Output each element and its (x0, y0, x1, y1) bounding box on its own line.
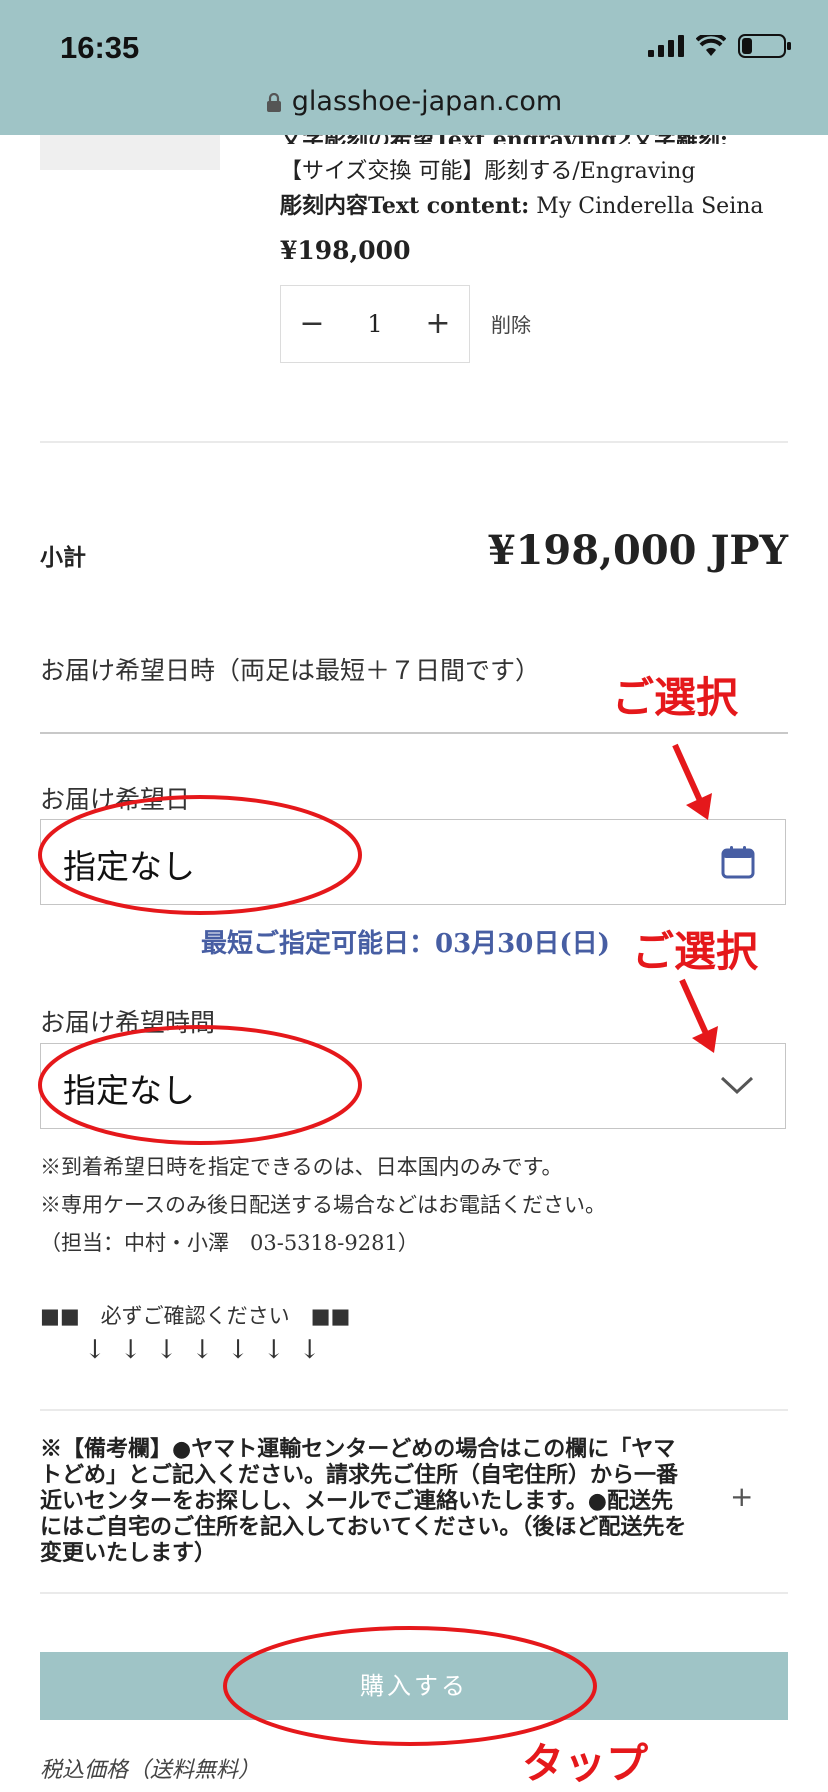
wifi-icon (696, 35, 726, 56)
subtotal-label: 小計 (40, 544, 86, 571)
quantity-stepper: − 1 + (280, 285, 470, 363)
annotation-tap-text: タップ (522, 1739, 649, 1788)
contact-note: （担当：中村・小澤 03-5318-9281） (40, 1231, 419, 1255)
subtotal-value: ¥198,000 JPY (487, 527, 788, 574)
divider (40, 441, 788, 443)
engraving-label: 彫刻内容Text content: (280, 193, 530, 219)
engraving-value: My Cinderella Seina (536, 194, 764, 219)
earliest-date-note: 最短ご指定可能日：03月30日(日) (201, 929, 610, 959)
status-bar: 16:35 glasshoe-japan.com (0, 0, 828, 135)
annotation-arrow (672, 743, 712, 820)
url-text: glasshoe-japan.com (291, 86, 563, 117)
status-icons (648, 34, 792, 58)
calendar-icon[interactable] (721, 845, 755, 879)
product-variant: 【サイズ交換 可能】彫刻する/Engraving (280, 159, 696, 184)
remarks-accordion-header[interactable]: ※【備考欄】●ヤマト運輸センターどめの場合はこの欄に「ヤマトどめ」とご記入くださ… (40, 1436, 690, 1566)
address-bar[interactable]: glasshoe-japan.com (0, 86, 828, 117)
down-arrows: ↓↓↓↓↓↓↓ (84, 1335, 335, 1365)
delivery-time-select[interactable]: 指定なし (40, 1043, 786, 1129)
lock-icon (266, 92, 281, 112)
quantity-increase-button[interactable]: + (407, 286, 469, 362)
divider (40, 1409, 788, 1411)
battery-icon (738, 34, 791, 58)
annotation-select-text: ご選択 (612, 673, 739, 722)
delivery-time-label: お届け希望時間 (40, 1008, 216, 1037)
status-time: 16:35 (60, 30, 140, 65)
delivery-heading: お届け希望日時（両足は最短＋７日間です） (40, 656, 541, 685)
delivery-date-label: お届け希望日 (40, 785, 191, 814)
buy-button[interactable]: 購入する (40, 1652, 788, 1720)
tax-note: 税込価格（送料無料） (40, 1758, 261, 1783)
note-line: ※到着希望日時を指定できるのは、日本国内のみです。 (40, 1155, 563, 1179)
chevron-down-icon (720, 1076, 754, 1095)
remove-link[interactable]: 削除 (491, 309, 531, 338)
confirm-heading: ■■ 必ずご確認ください ■■ (40, 1304, 351, 1328)
delivery-date-field[interactable]: 指定なし (40, 819, 786, 905)
divider (40, 732, 788, 734)
quantity-value[interactable]: 1 (343, 286, 407, 362)
signal-icon (648, 35, 684, 57)
delivery-time-value: 指定なし (63, 1071, 195, 1110)
quantity-decrease-button[interactable]: − (281, 286, 343, 362)
divider (40, 1592, 788, 1594)
delivery-date-value: 指定なし (63, 847, 195, 886)
annotation-select-text: ご選択 (632, 927, 759, 976)
engraving-content: 彫刻内容Text content: My Cinderella Seina (280, 188, 764, 220)
note-line: ※専用ケースのみ後日配送する場合などはお電話ください。 (40, 1193, 606, 1217)
expand-plus-icon[interactable]: + (730, 1480, 753, 1513)
product-price: ¥198,000 (280, 236, 411, 265)
